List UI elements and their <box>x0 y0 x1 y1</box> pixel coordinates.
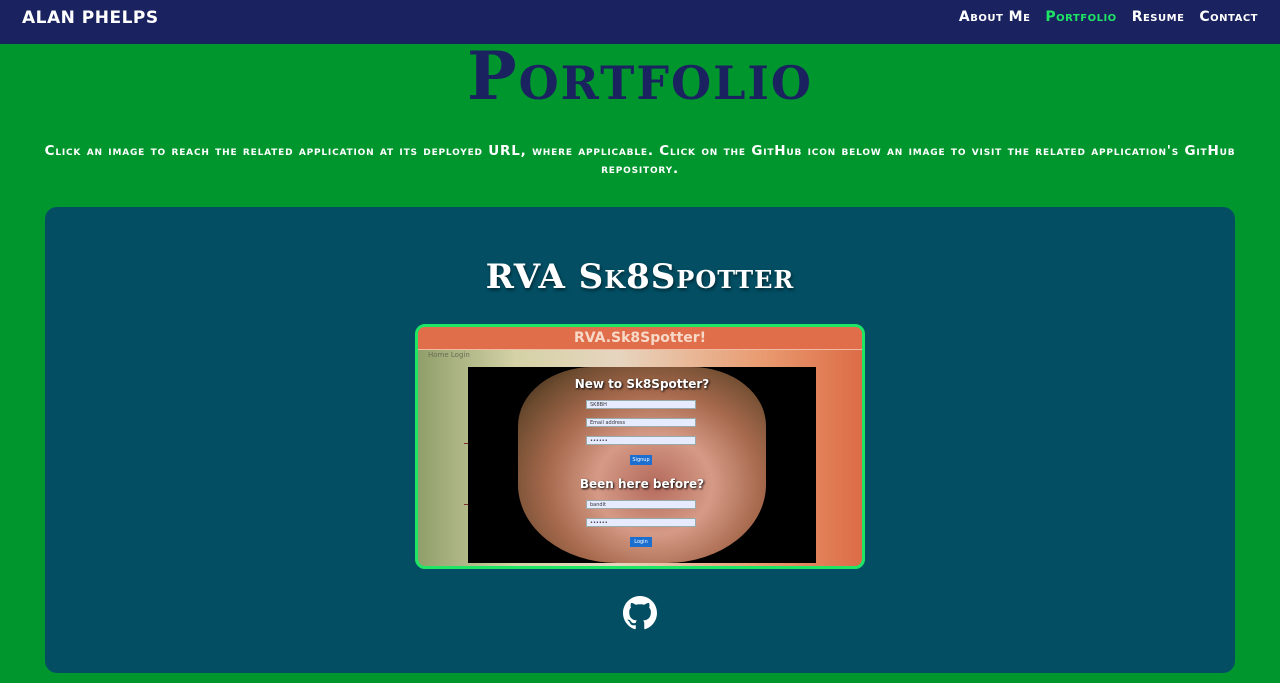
brand-link[interactable]: ALAN PHELPS <box>22 8 159 28</box>
project-card: RVA Sk8Spotter RVA.Sk8Spotter! Home Logi… <box>45 207 1235 673</box>
github-icon-svg <box>623 596 657 630</box>
project-screenshot-link[interactable]: RVA.Sk8Spotter! Home Login New to Sk8Spo… <box>415 324 865 569</box>
signup-input-username: SK8BH <box>586 400 696 409</box>
screenshot-header: RVA.Sk8Spotter! <box>418 327 862 350</box>
nav-link-about-me[interactable]: About Me <box>959 9 1031 25</box>
signup-button: Signup <box>630 455 652 465</box>
nav-link-resume[interactable]: Resume <box>1132 9 1185 25</box>
screenshot-nav: Home Login <box>428 351 470 359</box>
page-title: Portfolio <box>466 37 813 115</box>
login-button: Login <box>630 537 652 547</box>
intro-text: Click an image to reach the related appl… <box>44 143 1236 177</box>
nav-link-portfolio[interactable]: Portfolio <box>1045 9 1116 25</box>
screenshot-photo: New to Sk8Spotter? SK8BH Email address •… <box>468 367 816 563</box>
login-title: Been here before? <box>579 477 705 491</box>
signup-input-password: •••••• <box>586 436 696 445</box>
project-title: RVA Sk8Spotter <box>485 257 795 297</box>
login-input-password: •••••• <box>586 518 696 527</box>
signup-input-email: Email address <box>586 418 696 427</box>
login-input-username: bandit <box>586 500 696 509</box>
nav-links: About Me Portfolio Resume Contact <box>959 9 1258 25</box>
skatepark-image <box>518 367 766 563</box>
signup-title: New to Sk8Spotter? <box>574 377 710 391</box>
github-icon[interactable] <box>623 596 657 630</box>
nav-link-contact[interactable]: Contact <box>1199 9 1258 25</box>
